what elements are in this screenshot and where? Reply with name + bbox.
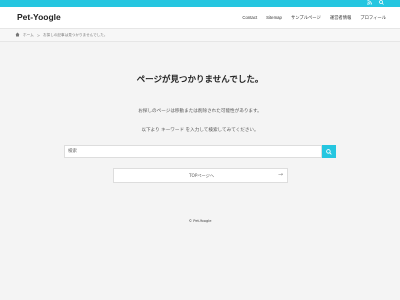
top-icons xyxy=(367,0,384,7)
site-header: Pet-Yoogle Contact Sitemap サンプルページ 運営者情報… xyxy=(0,7,400,28)
not-found-message: お探しのページは移動または削除された可能性があります。 xyxy=(138,109,262,114)
breadcrumb-home-link[interactable]: ホーム xyxy=(23,33,34,38)
page-title: ページが見つかりませんでした。 xyxy=(136,75,264,85)
nav-item-contact[interactable]: Contact xyxy=(242,15,257,21)
nav-item-operator-info[interactable]: 運営者情報 xyxy=(330,15,351,21)
search-input[interactable] xyxy=(64,145,322,158)
search-icon xyxy=(326,148,332,155)
top-page-button[interactable]: TOPページへ → xyxy=(113,168,288,183)
site-logo[interactable]: Pet-Yoogle xyxy=(17,12,61,22)
top-accent-bar xyxy=(0,0,400,7)
search-icon[interactable] xyxy=(379,0,384,7)
home-icon xyxy=(15,32,20,39)
global-nav: Contact Sitemap サンプルページ 運営者情報 プロフィール xyxy=(242,15,386,21)
breadcrumb-current: お探しの記事は見つかりませんでした。 xyxy=(43,33,108,37)
arrow-right-icon: → xyxy=(277,171,283,178)
footer-copyright: © Pet-Yoogle xyxy=(188,219,212,223)
breadcrumb: ホーム > お探しの記事は見つかりませんでした。 xyxy=(0,28,400,42)
rss-icon[interactable] xyxy=(367,0,372,7)
search-instruction: 以下より キーワード を入力して検索してみてください。 xyxy=(141,128,259,133)
search-button[interactable] xyxy=(322,145,336,158)
breadcrumb-separator: > xyxy=(36,33,41,38)
nav-item-sample-page[interactable]: サンプルページ xyxy=(291,15,321,21)
nav-item-profile[interactable]: プロフィール xyxy=(360,15,386,21)
search-form xyxy=(64,145,336,158)
top-page-button-label: TOPページへ xyxy=(188,173,215,178)
nav-item-sitemap[interactable]: Sitemap xyxy=(266,15,282,21)
